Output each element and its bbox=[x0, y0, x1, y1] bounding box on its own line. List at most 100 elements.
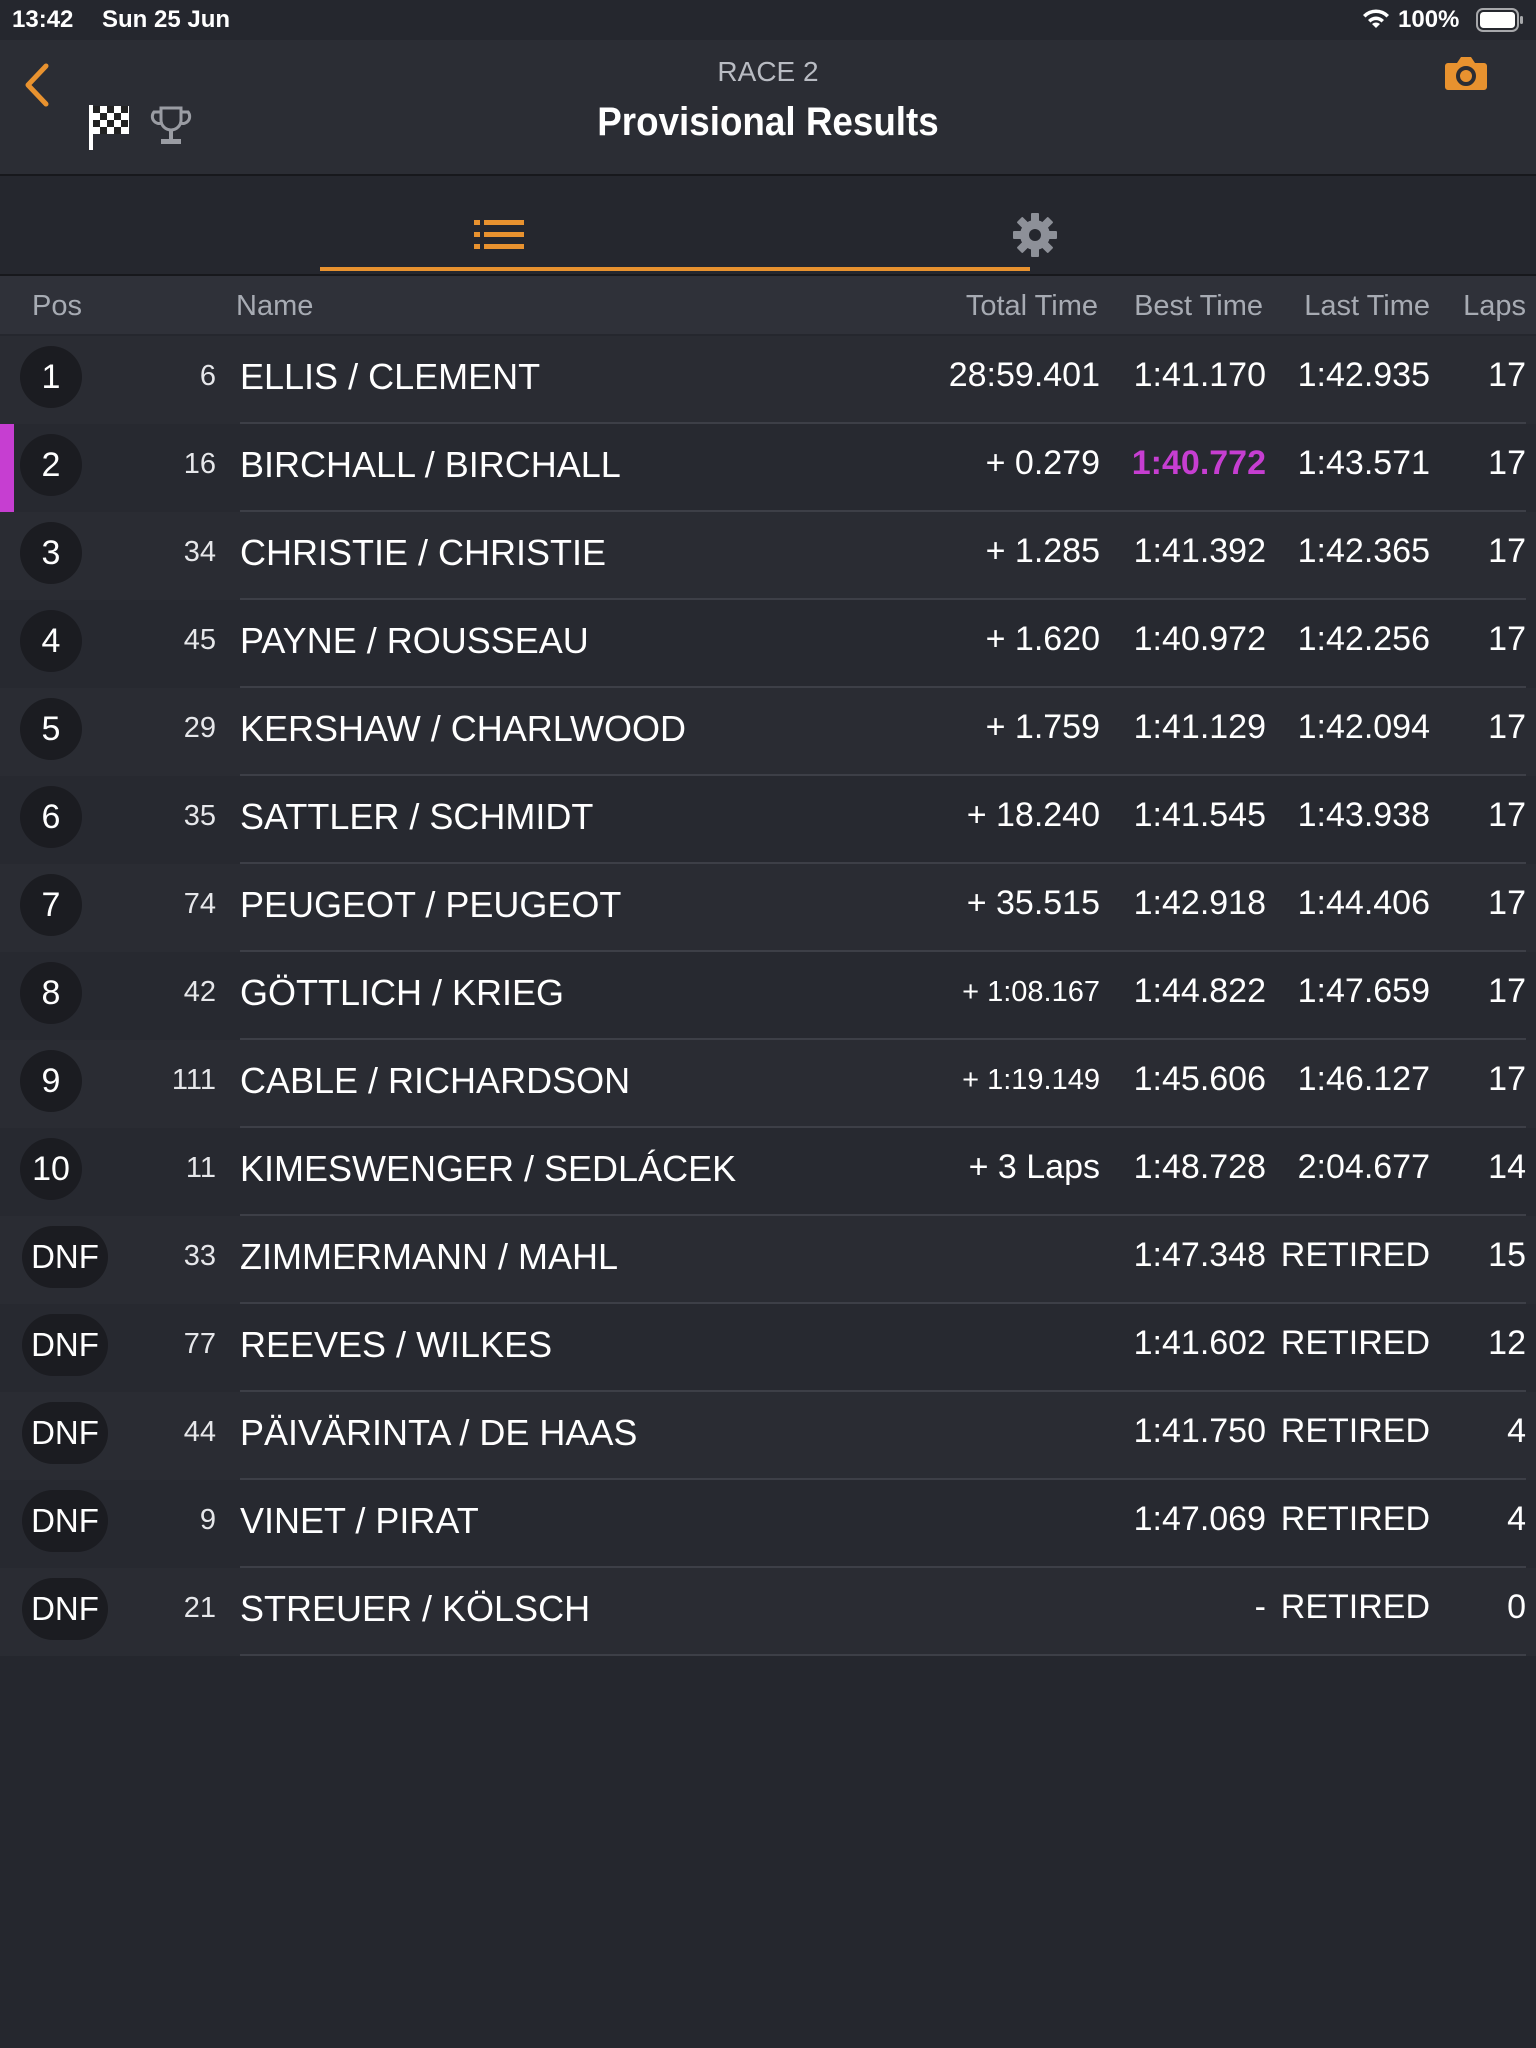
fastest-lap-marker bbox=[0, 512, 14, 600]
table-header: Pos Name Total Time Best Time Last Time … bbox=[0, 276, 1536, 334]
last-time: 1:43.938 bbox=[1297, 796, 1430, 834]
column-header-name[interactable]: Name bbox=[236, 290, 313, 323]
car-number: 42 bbox=[183, 976, 216, 1008]
best-time: 1:41.129 bbox=[1133, 708, 1266, 746]
fastest-lap-marker bbox=[0, 1568, 14, 1656]
column-header-best-time[interactable]: Best Time bbox=[1134, 290, 1263, 323]
last-time: RETIRED bbox=[1280, 1588, 1430, 1626]
table-row[interactable]: 1 6 ELLIS / CLEMENT 28:59.401 1:41.170 1:42.9… bbox=[0, 336, 1536, 424]
fastest-lap-marker bbox=[0, 864, 14, 952]
fastest-lap-marker bbox=[0, 424, 14, 512]
car-number: 9 bbox=[199, 1504, 216, 1536]
driver-names: KIMESWENGER / SEDLÁCEK bbox=[240, 1148, 737, 1189]
total-time: + 18.240 bbox=[966, 796, 1100, 834]
table-row[interactable]: 8 42 GÖTTLICH / KRIEG + 1:08.167 1:44.822 1:4… bbox=[0, 952, 1536, 1040]
table-row[interactable]: DNF 21 STREUER / KÖLSCH - RETIRED 0 bbox=[0, 1568, 1536, 1656]
laps-count: 17 bbox=[1488, 444, 1526, 482]
position-badge: 1 bbox=[20, 346, 82, 408]
laps-count: 17 bbox=[1488, 1060, 1526, 1098]
fastest-lap-marker bbox=[0, 1392, 14, 1480]
laps-count: 17 bbox=[1488, 884, 1526, 922]
car-number: 21 bbox=[183, 1592, 216, 1624]
tab-selection-indicator bbox=[320, 267, 1030, 271]
total-time: + 1.759 bbox=[985, 708, 1100, 746]
last-time: 1:42.365 bbox=[1297, 532, 1430, 570]
tab-results-list[interactable] bbox=[320, 176, 668, 272]
table-row[interactable]: 2 16 BIRCHALL / BIRCHALL + 0.279 1:40.772 1:4… bbox=[0, 424, 1536, 512]
last-time: 1:44.406 bbox=[1297, 884, 1430, 922]
last-time: 1:43.571 bbox=[1297, 444, 1430, 482]
table-row[interactable]: 10 11 KIMESWENGER / SEDLÁCEK + 3 Laps 1:48.7… bbox=[0, 1128, 1536, 1216]
table-row[interactable]: 6 35 SATTLER / SCHMIDT + 18.240 1:41.545 1:43… bbox=[0, 776, 1536, 864]
fastest-lap-marker bbox=[0, 336, 14, 424]
table-row[interactable]: 4 45 PAYNE / ROUSSEAU + 1.620 1:40.972 1:42.2… bbox=[0, 600, 1536, 688]
table-row[interactable]: DNF 9 VINET / PIRAT 1:47.069 RETIRED 4 bbox=[0, 1480, 1536, 1568]
total-time: + 3 Laps bbox=[968, 1148, 1100, 1186]
column-header-laps[interactable]: Laps bbox=[1463, 290, 1526, 323]
results-table: 1 6 ELLIS / CLEMENT 28:59.401 1:41.170 1:42.9… bbox=[0, 336, 1536, 1656]
table-row[interactable]: DNF 44 PÄIVÄRINTA / DE HAAS 1:41.750 RETIRED… bbox=[0, 1392, 1536, 1480]
table-row[interactable]: 3 34 CHRISTIE / CHRISTIE + 1.285 1:41.392 1:4… bbox=[0, 512, 1536, 600]
tab-settings[interactable] bbox=[680, 176, 1070, 272]
table-row[interactable]: DNF 77 REEVES / WILKES 1:41.602 RETIRED 12 bbox=[0, 1304, 1536, 1392]
column-header-pos[interactable]: Pos bbox=[32, 290, 82, 323]
best-time: 1:47.069 bbox=[1133, 1500, 1266, 1538]
battery-icon bbox=[1476, 8, 1523, 32]
last-time: RETIRED bbox=[1280, 1412, 1430, 1450]
car-number: 6 bbox=[199, 360, 216, 392]
wifi-icon bbox=[1363, 9, 1389, 28]
position-badge: 10 bbox=[20, 1138, 82, 1200]
car-number: 74 bbox=[183, 888, 216, 920]
best-time: 1:48.728 bbox=[1133, 1148, 1266, 1186]
best-time: 1:41.545 bbox=[1133, 796, 1266, 834]
camera-icon[interactable] bbox=[1444, 54, 1488, 92]
car-number: 35 bbox=[183, 800, 216, 832]
driver-names: PAYNE / ROUSSEAU bbox=[240, 620, 589, 661]
laps-count: 17 bbox=[1488, 356, 1526, 394]
fastest-lap-marker bbox=[0, 1304, 14, 1392]
total-time: + 1:19.149 bbox=[962, 1064, 1100, 1096]
best-time: - bbox=[1254, 1588, 1266, 1626]
last-time: 2:04.677 bbox=[1297, 1148, 1430, 1186]
best-time: 1:40.972 bbox=[1133, 620, 1266, 658]
list-icon bbox=[474, 220, 524, 249]
position-badge: 8 bbox=[20, 962, 82, 1024]
best-time: 1:40.772 bbox=[1131, 444, 1266, 482]
position-badge: DNF bbox=[22, 1402, 108, 1464]
last-time: 1:46.127 bbox=[1297, 1060, 1430, 1098]
column-header-total-time[interactable]: Total Time bbox=[966, 290, 1098, 323]
driver-names: STREUER / KÖLSCH bbox=[240, 1588, 591, 1629]
driver-names: PEUGEOT / PEUGEOT bbox=[240, 884, 622, 925]
last-time: 1:42.256 bbox=[1297, 620, 1430, 658]
car-number: 34 bbox=[183, 536, 216, 568]
best-time: 1:41.750 bbox=[1133, 1412, 1266, 1450]
laps-count: 17 bbox=[1488, 796, 1526, 834]
fastest-lap-marker bbox=[0, 1216, 14, 1304]
driver-names: BIRCHALL / BIRCHALL bbox=[240, 444, 621, 485]
total-time: + 1:08.167 bbox=[962, 976, 1100, 1008]
column-header-last-time[interactable]: Last Time bbox=[1304, 290, 1430, 323]
tab-bar bbox=[0, 176, 1536, 276]
total-time: + 1.285 bbox=[985, 532, 1100, 570]
car-number: 77 bbox=[183, 1328, 216, 1360]
status-bar: 13:42 Sun 25 Jun 100% bbox=[0, 0, 1536, 40]
driver-names: PÄIVÄRINTA / DE HAAS bbox=[240, 1412, 638, 1453]
table-row[interactable]: 7 74 PEUGEOT / PEUGEOT + 35.515 1:42.918 1:44… bbox=[0, 864, 1536, 952]
position-badge: 4 bbox=[20, 610, 82, 672]
nav-header: RACE 2 Provisional Results bbox=[0, 40, 1536, 176]
car-number: 45 bbox=[183, 624, 216, 656]
laps-count: 17 bbox=[1488, 708, 1526, 746]
position-badge: DNF bbox=[22, 1314, 108, 1376]
best-time: 1:41.392 bbox=[1133, 532, 1266, 570]
car-number: 111 bbox=[171, 1064, 216, 1096]
best-time: 1:41.170 bbox=[1133, 356, 1266, 394]
total-time: + 0.279 bbox=[985, 444, 1100, 482]
car-number: 44 bbox=[183, 1416, 216, 1448]
laps-count: 17 bbox=[1488, 972, 1526, 1010]
best-time: 1:41.602 bbox=[1133, 1324, 1266, 1362]
fastest-lap-marker bbox=[0, 1128, 14, 1216]
laps-count: 17 bbox=[1488, 532, 1526, 570]
table-row[interactable]: DNF 33 ZIMMERMANN / MAHL 1:47.348 RETIRED 15 bbox=[0, 1216, 1536, 1304]
table-row[interactable]: 5 29 KERSHAW / CHARLWOOD + 1.759 1:41.129 1:4… bbox=[0, 688, 1536, 776]
table-row[interactable]: 9 111 CABLE / RICHARDSON + 1:19.149 1:45.606… bbox=[0, 1040, 1536, 1128]
